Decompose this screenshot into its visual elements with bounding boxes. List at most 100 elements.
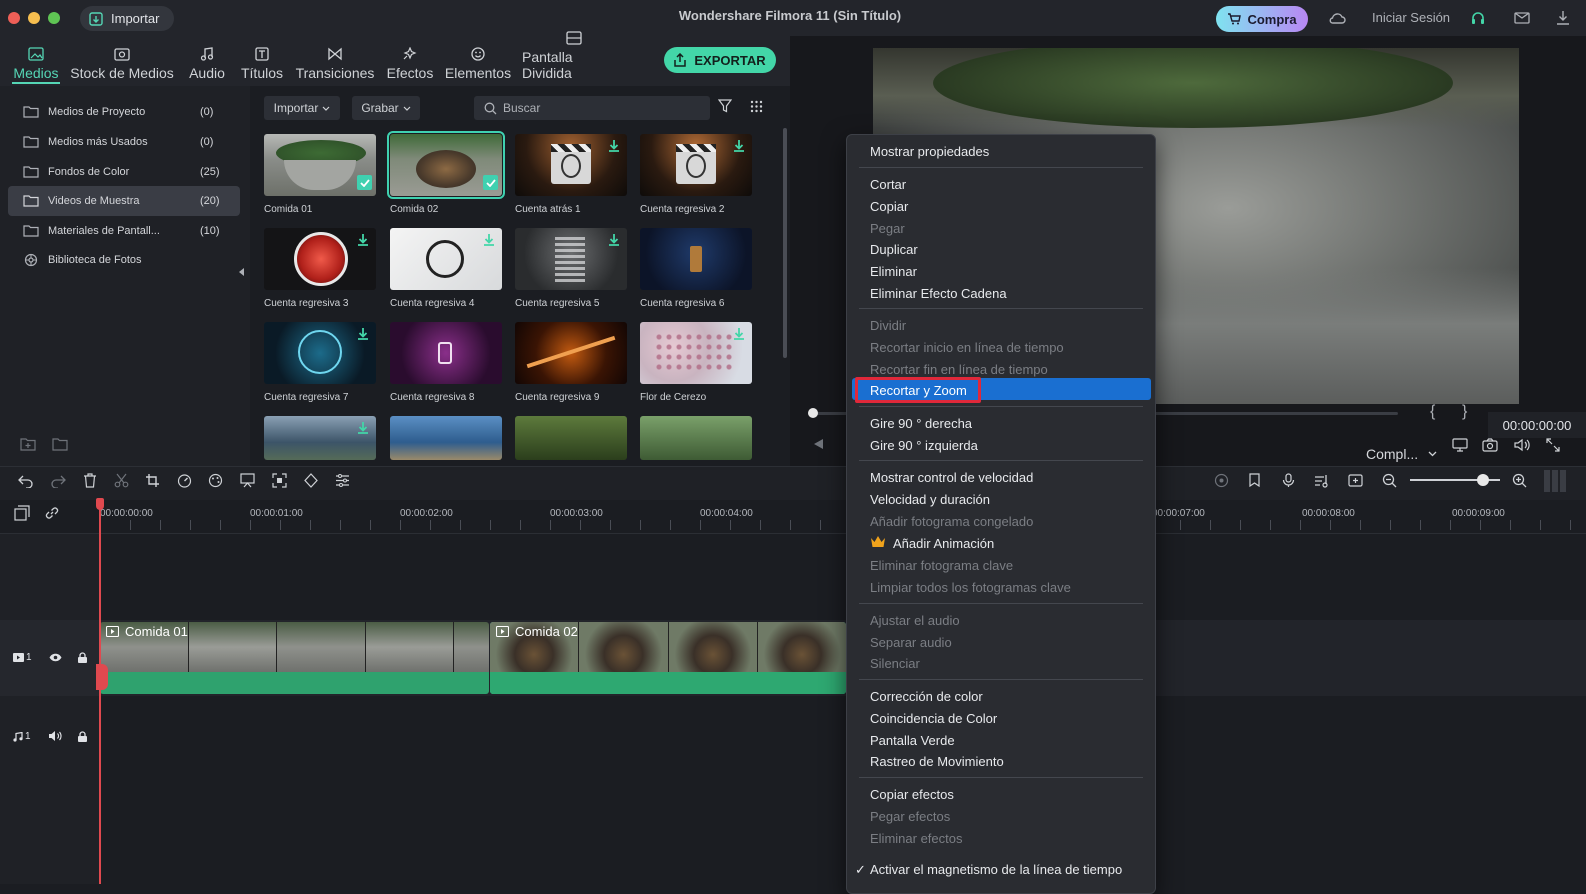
link-icon[interactable] (44, 505, 60, 521)
download-icon[interactable] (358, 328, 368, 340)
monitor-icon[interactable] (1452, 438, 1468, 452)
menu-item-copy-effects[interactable]: Copiar efectos (870, 787, 954, 802)
keyframe-icon[interactable] (303, 473, 319, 488)
menu-item-color-match[interactable]: Coincidencia de Color (870, 711, 997, 726)
menu-item-speed-duration[interactable]: Velocidad y duración (870, 492, 990, 507)
download-icon[interactable] (358, 234, 368, 246)
zoom-in-icon[interactable] (1512, 473, 1527, 488)
microphone-icon[interactable] (1282, 473, 1295, 488)
media-scrollbar[interactable] (783, 128, 787, 358)
tab-elements[interactable]: Elementos (444, 36, 512, 86)
search-input[interactable]: Buscar (474, 96, 710, 120)
volume-icon[interactable] (1514, 438, 1530, 452)
media-item-rider-thumbnail[interactable] (640, 416, 752, 460)
media-item-countdown-7[interactable]: Cuenta regresiva 7 (264, 322, 394, 403)
sidebar-item-photo-library[interactable]: Biblioteca de Fotos (8, 245, 240, 275)
timeline-layout-icon[interactable] (1544, 470, 1566, 492)
delete-icon[interactable] (83, 473, 97, 488)
menu-item-add-animation[interactable]: Añadir Animación (893, 536, 994, 551)
media-item-countdown-6[interactable]: Cuenta regresiva 6 (640, 228, 770, 309)
media-item-countdown-4[interactable]: Cuenta regresiva 4 (390, 228, 520, 309)
download-icon[interactable] (358, 422, 368, 434)
sidebar-item-project-media[interactable]: Medios de Proyecto (0) (8, 97, 240, 127)
media-item-bike-thumbnail[interactable] (515, 416, 627, 460)
tab-audio[interactable]: Audio (184, 36, 230, 86)
undo-icon[interactable] (18, 474, 34, 488)
sidebar-item-sample-videos[interactable]: Videos de Muestra (20) (8, 186, 240, 216)
menu-item-speed-control[interactable]: Mostrar control de velocidad (870, 470, 1033, 485)
download-icon[interactable] (609, 140, 619, 152)
collapse-sidebar-icon[interactable] (239, 268, 245, 276)
tab-transitions[interactable]: Transiciones (294, 36, 376, 86)
crop-icon[interactable] (145, 473, 160, 488)
media-item-sea-thumbnail[interactable] (390, 416, 502, 460)
menu-item-color-correction[interactable]: Corrección de color (870, 689, 983, 704)
tab-media[interactable]: Medios (12, 36, 60, 86)
support-headset-icon[interactable] (1470, 10, 1486, 26)
sidebar-item-screen-materials[interactable]: Materiales de Pantall... (10) (8, 216, 240, 246)
eye-icon[interactable] (49, 653, 62, 662)
preview-progress-handle[interactable] (808, 408, 818, 418)
minimize-window-button[interactable] (28, 12, 40, 24)
media-item-comida-02[interactable]: Comida 02 (387, 131, 520, 215)
close-window-button[interactable] (8, 12, 20, 24)
playhead-line[interactable] (99, 500, 101, 884)
media-item-countdown-8[interactable]: Cuenta regresiva 8 (390, 322, 520, 403)
folder-icon[interactable] (52, 437, 68, 451)
download-icon[interactable] (609, 234, 619, 246)
media-item-countdown-1[interactable]: Cuenta atrás 1 (515, 134, 645, 215)
sidebar-item-color-backgrounds[interactable]: Fondos de Color (25) (8, 157, 240, 187)
import-dropdown[interactable]: Importar (264, 96, 340, 120)
zoom-slider-handle[interactable] (1477, 474, 1489, 486)
mark-in-button[interactable]: { (1430, 403, 1435, 421)
speaker-icon[interactable] (49, 731, 62, 741)
add-track-icon[interactable] (14, 505, 30, 521)
media-item-countdown-3[interactable]: Cuenta regresiva 3 (264, 228, 394, 309)
preview-quality-dropdown[interactable]: Compl... (1366, 446, 1437, 462)
media-item-countdown-2[interactable]: Cuenta regresiva 2 (640, 134, 770, 215)
menu-item-copy[interactable]: Copiar (870, 199, 908, 214)
tab-split-screen[interactable]: Pantalla Dividida (522, 31, 626, 86)
grid-view-icon[interactable] (750, 100, 763, 113)
playhead-handle[interactable] (96, 498, 104, 510)
menu-item-duplicate[interactable]: Duplicar (870, 242, 918, 257)
menu-item-motion-tracking[interactable]: Rastreo de Movimiento (870, 754, 1004, 769)
login-link[interactable]: Iniciar Sesión (1372, 10, 1450, 25)
download-icon[interactable] (484, 234, 494, 246)
snapshot-camera-icon[interactable] (1482, 438, 1498, 452)
fit-frame-icon[interactable] (272, 473, 287, 488)
menu-item-ripple-delete[interactable]: Eliminar Efecto Cadena (870, 286, 1007, 301)
new-folder-icon[interactable] (20, 437, 36, 451)
download-icon[interactable] (734, 328, 744, 340)
step-back-icon[interactable] (810, 438, 824, 450)
audio-mixer-icon[interactable] (1314, 473, 1329, 488)
buy-button[interactable]: Compra (1216, 6, 1308, 32)
mark-out-button[interactable]: } (1462, 403, 1467, 421)
snapshot-timeline-icon[interactable] (1348, 473, 1363, 488)
render-icon[interactable] (1214, 473, 1229, 488)
menu-item-rotate-left[interactable]: Gire 90 ° izquierda (870, 438, 978, 453)
menu-item-rotate-right[interactable]: Gire 90 ° derecha (870, 416, 972, 431)
adjust-sliders-icon[interactable] (335, 473, 350, 488)
record-dropdown[interactable]: Grabar (352, 96, 420, 120)
menu-item-show-properties[interactable]: Mostrar propiedades (870, 144, 989, 159)
filter-icon[interactable] (718, 99, 732, 113)
cloud-icon[interactable] (1328, 11, 1346, 25)
media-item-countdown-5[interactable]: Cuenta regresiva 5 (515, 228, 645, 309)
media-item-coastline-thumbnail[interactable] (264, 416, 376, 460)
menu-item-delete[interactable]: Eliminar (870, 264, 917, 279)
speed-icon[interactable] (177, 473, 192, 488)
lock-icon[interactable] (78, 731, 87, 742)
download-icon[interactable] (1556, 10, 1570, 26)
color-palette-icon[interactable] (208, 473, 223, 488)
redo-icon[interactable] (50, 474, 66, 488)
scissors-icon[interactable] (114, 473, 129, 488)
tab-effects[interactable]: Efectos (384, 36, 436, 86)
marker-icon[interactable] (1248, 473, 1261, 488)
timeline-clip-comida-02[interactable]: Comida 02 (490, 622, 846, 694)
media-item-cherry-blossom[interactable]: Flor de Cerezo (640, 322, 770, 403)
mail-icon[interactable] (1514, 12, 1530, 24)
menu-item-green-screen[interactable]: Pantalla Verde (870, 733, 955, 748)
sidebar-item-most-used[interactable]: Medios más Usados (0) (8, 127, 240, 157)
tab-titles[interactable]: Títulos (238, 36, 286, 86)
